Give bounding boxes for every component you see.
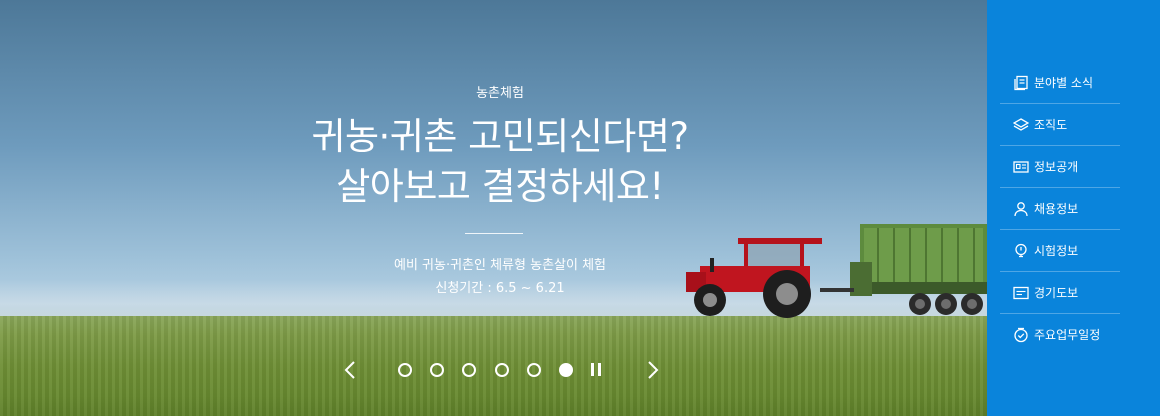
quick-item-label: 분야별 소식	[1034, 76, 1094, 90]
person-icon	[1014, 201, 1028, 216]
slide-title[interactable]: 귀농·귀촌 고민되신다면? 살아보고 결정하세요!	[260, 112, 740, 212]
next-slide-button[interactable]	[643, 358, 663, 382]
page: 농촌체험 귀농·귀촌 고민되신다면? 살아보고 결정하세요! 예비 귀농·귀촌인…	[0, 0, 1160, 416]
quick-item-org-chart[interactable]: 조직도	[1000, 104, 1120, 146]
hero-banner[interactable]: 농촌체험 귀농·귀촌 고민되신다면? 살아보고 결정하세요! 예비 귀농·귀촌인…	[0, 0, 987, 416]
slide-indicator-6[interactable]	[559, 363, 573, 377]
grass-field	[0, 316, 987, 416]
slide-category: 농촌체험	[476, 86, 524, 101]
bulb-icon	[1015, 243, 1027, 257]
quick-item-label: 주요업무일정	[1034, 328, 1101, 342]
layers-icon	[1013, 117, 1029, 131]
quick-item-label: 시험정보	[1034, 244, 1079, 258]
slide-subtitle: 예비 귀농·귀촌인 체류형 농촌살이 체험	[393, 258, 607, 273]
quick-item-label: 경기도보	[1034, 286, 1079, 300]
document-icon	[1013, 286, 1029, 299]
info-card-icon	[1013, 160, 1029, 173]
slide-indicator-5[interactable]	[527, 363, 541, 377]
quick-menu: 분야별 소식 조직도 정보공개 채용정보 시험정보 경기도보 주요업무일정	[987, 0, 1160, 416]
slide-indicator-4[interactable]	[495, 363, 509, 377]
news-icon	[1014, 75, 1028, 90]
quick-item-info-disclosure[interactable]: 정보공개	[1000, 146, 1120, 188]
slide-title-line2: 살아보고 결정하세요!	[336, 165, 664, 208]
quick-item-recruitment[interactable]: 채용정보	[1000, 188, 1120, 230]
slide-indicator-1[interactable]	[398, 363, 412, 377]
prev-slide-button[interactable]	[340, 358, 360, 382]
slide-title-line1: 귀농·귀촌 고민되신다면?	[311, 115, 689, 158]
quick-item-label: 조직도	[1034, 118, 1068, 132]
title-divider	[465, 233, 523, 234]
quick-item-schedule[interactable]: 주요업무일정	[1000, 314, 1120, 355]
quick-item-label: 정보공개	[1034, 160, 1079, 174]
quick-item-exam-info[interactable]: 시험정보	[1000, 230, 1120, 272]
pause-button[interactable]	[589, 363, 603, 376]
clock-check-icon	[1014, 327, 1028, 342]
quick-item-gazette[interactable]: 경기도보	[1000, 272, 1120, 314]
quick-menu-list: 분야별 소식 조직도 정보공개 채용정보 시험정보 경기도보 주요업무일정	[1000, 62, 1120, 355]
chevron-right-icon	[648, 361, 659, 379]
quick-item-label: 채용정보	[1034, 202, 1079, 216]
slide-period: 신청기간 : 6.5 ~ 6.21	[435, 281, 565, 296]
slide-indicator-3[interactable]	[462, 363, 476, 377]
quick-item-field-news[interactable]: 분야별 소식	[1000, 62, 1120, 104]
slide-indicator-2[interactable]	[430, 363, 444, 377]
chevron-left-icon	[344, 361, 355, 379]
